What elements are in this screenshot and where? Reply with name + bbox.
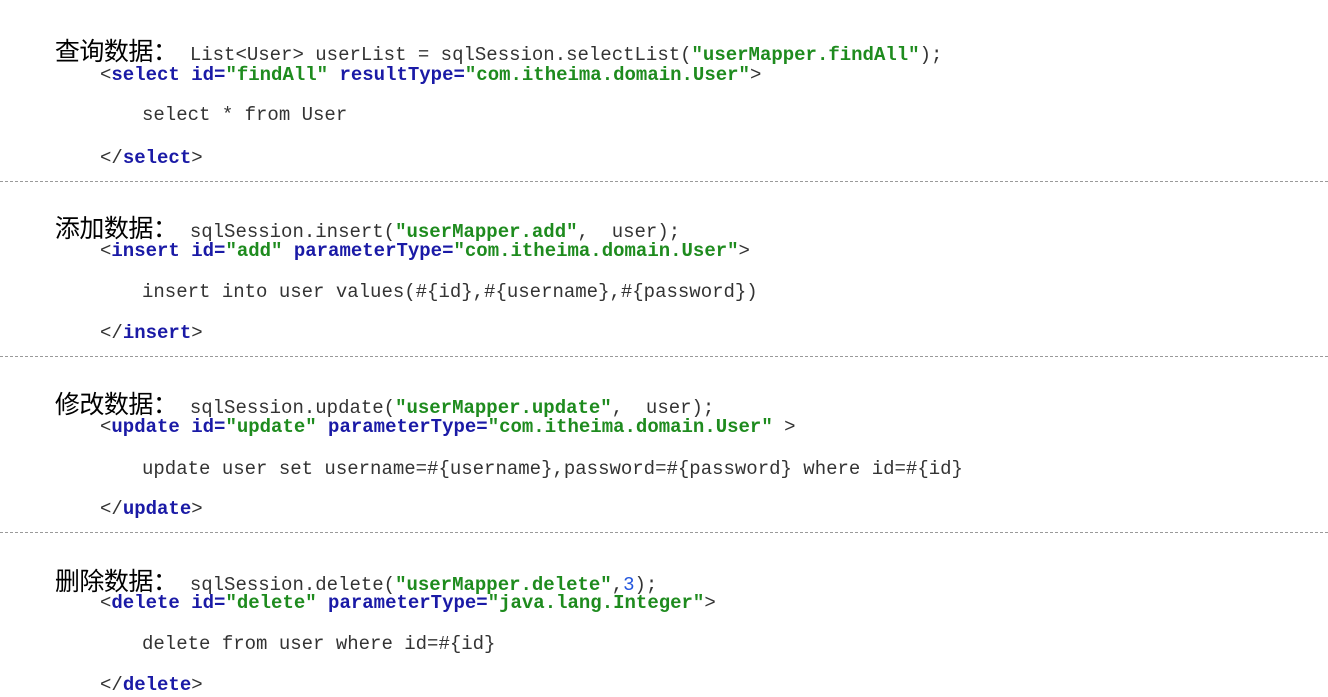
close-gt: > [191,322,203,344]
section-insert-header: 添加数据： sqlSession.insert("userMapper.add",… [32,193,680,244]
open-gt: > [772,416,796,438]
section-update-header: 修改数据： sqlSession.update("userMapper.updat… [32,369,715,420]
section-query-header: 查询数据： List<User> userList = sqlSession.se… [32,16,943,67]
section-delete-header: 删除数据： sqlSession.delete("userMapper.delet… [32,546,658,597]
attr-value: "com.itheima.domain.User" [487,416,773,438]
section-divider [0,356,1328,357]
sql-body: update user set username=#{username},pas… [142,458,963,480]
xml-close-tag: </update> [100,497,203,521]
attr-name: id= [179,64,226,86]
sql-body: delete from user where id=#{id} [142,633,496,655]
tag-name: select [122,147,192,169]
attr-name: id= [179,416,226,438]
section-divider [0,181,1328,182]
attr-name: parameterType= [316,416,488,438]
section-divider [0,532,1328,533]
attr-value: "delete" [225,592,317,614]
attr-value: "add" [225,240,283,262]
close-gt: > [191,498,203,520]
xml-close-tag: </select> [100,146,203,170]
attr-name: id= [179,240,226,262]
xml-open-tag: <delete id="delete" parameterType="java.… [100,591,716,615]
xml-close-tag: </insert> [100,321,203,345]
open-lt: < [100,416,112,438]
tag-name: delete [122,674,192,696]
close-gt: > [191,674,203,696]
tag-name: select [111,64,180,86]
open-gt: > [738,240,750,262]
sql-body: select * from User [142,104,348,126]
attr-name: parameterType= [316,592,488,614]
attr-name: resultType= [328,64,465,86]
tag-name: insert [111,240,180,262]
open-gt: > [749,64,762,86]
call-suffix: ); [919,44,943,66]
section-title: 查询数据 [54,37,154,66]
close-lt: </ [100,147,123,169]
close-lt: </ [100,674,123,696]
close-lt: </ [100,498,123,520]
tag-name: update [122,498,192,520]
attr-value: "java.lang.Integer" [487,592,705,614]
open-lt: < [100,64,112,86]
close-lt: </ [100,322,123,344]
open-gt: > [704,592,716,614]
close-gt: > [191,147,203,169]
xml-open-tag: <select id="findAll" resultType="com.ith… [100,63,761,87]
section-colon: ： [152,37,178,66]
tag-name: delete [111,592,180,614]
open-lt: < [100,592,112,614]
attr-name: parameterType= [282,240,454,262]
attr-name: id= [179,592,226,614]
xml-close-tag: </delete> [100,673,203,697]
open-lt: < [100,240,112,262]
xml-open-tag: <update id="update" parameterType="com.i… [100,415,796,439]
attr-value: "update" [225,416,317,438]
tag-name: insert [122,322,192,344]
tag-name: update [111,416,180,438]
attr-value: "findAll" [225,64,329,86]
sql-body: insert into user values(#{id},#{username… [142,281,758,303]
attr-value: "com.itheima.domain.User" [453,240,739,262]
attr-value: "com.itheima.domain.User" [464,64,750,86]
xml-open-tag: <insert id="add" parameterType="com.ithe… [100,239,750,263]
